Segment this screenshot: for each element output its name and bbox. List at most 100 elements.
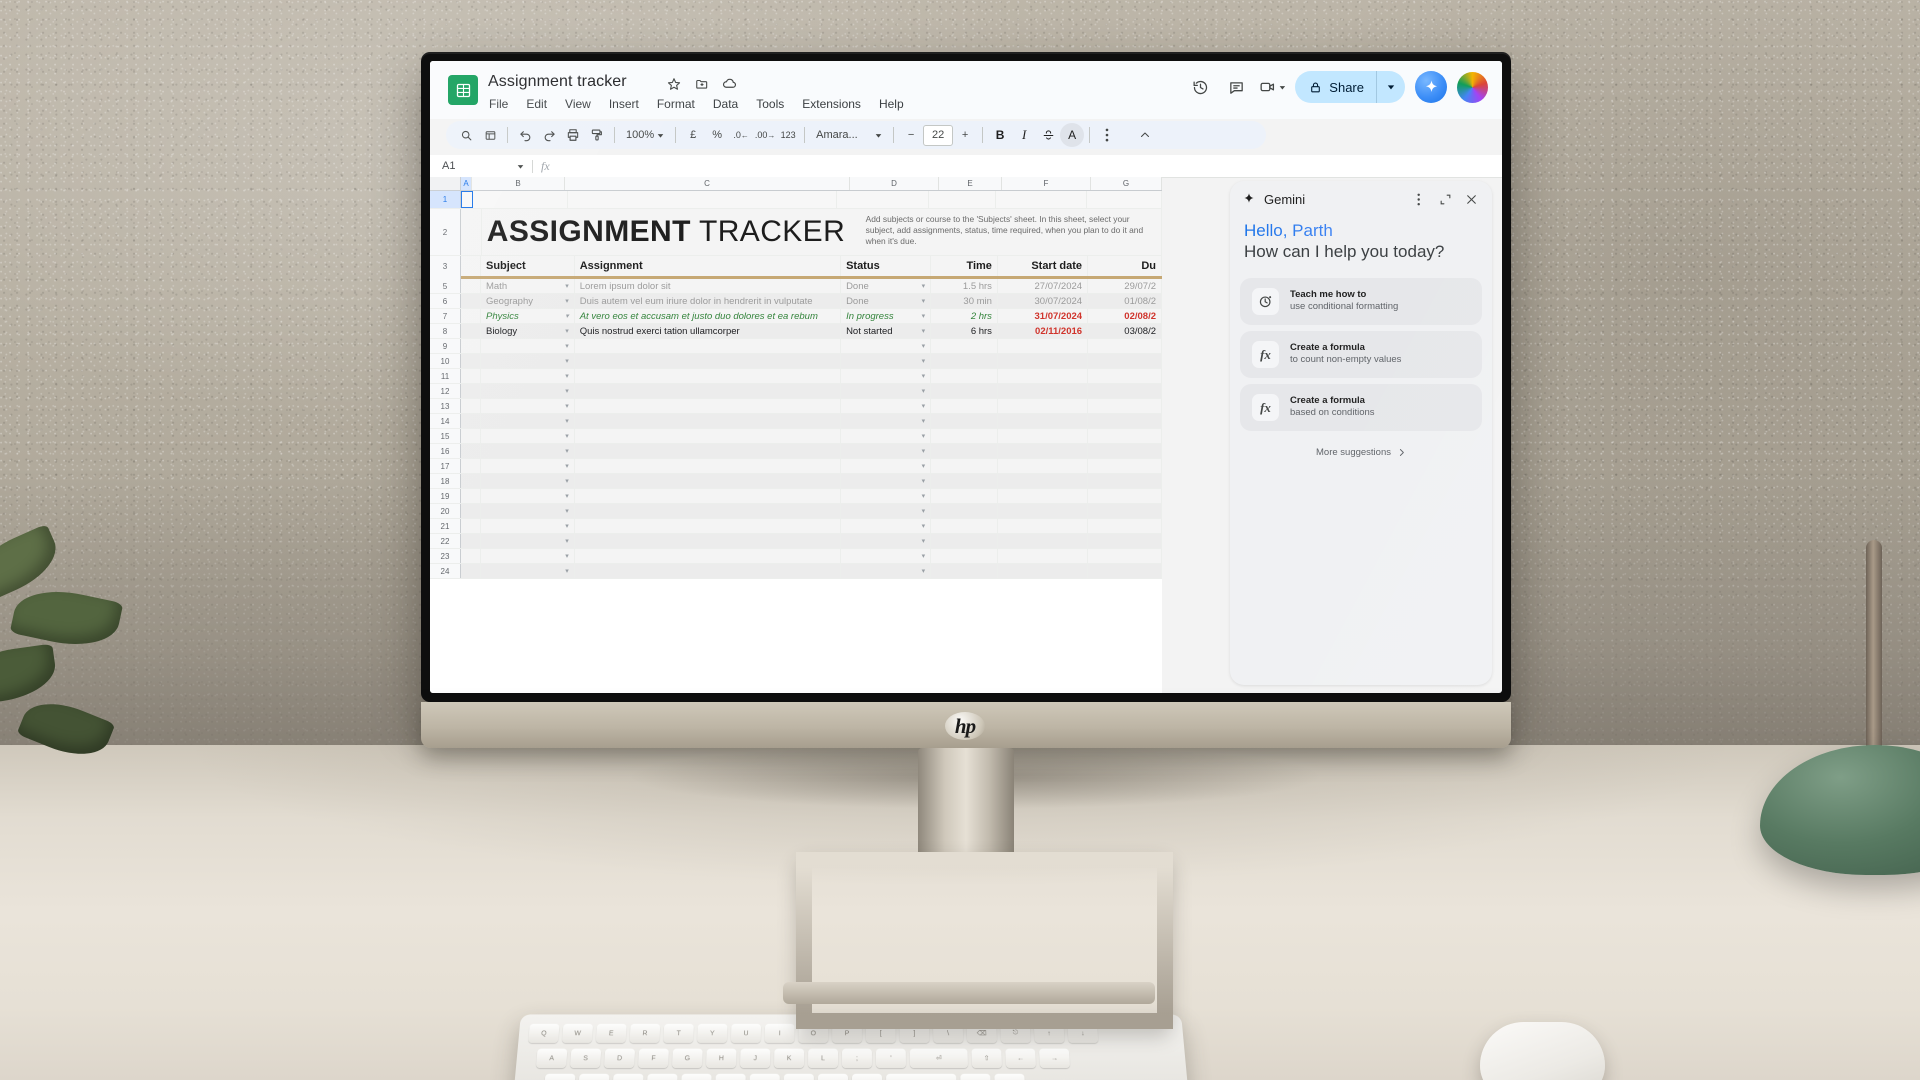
cell-G1[interactable] [1087, 191, 1162, 208]
row-header-7[interactable]: 7 [430, 309, 461, 323]
dropdown-caret-icon[interactable]: ▾ [918, 492, 926, 500]
row-header-10[interactable]: 10 [430, 354, 461, 368]
cell-C1[interactable] [567, 191, 838, 208]
row-header-11[interactable]: 11 [430, 369, 461, 383]
cell-subject-10[interactable]: ▾ [480, 354, 575, 368]
menu-help[interactable]: Help [877, 96, 906, 112]
cell-A14[interactable] [461, 414, 481, 428]
cell-time-14[interactable] [931, 414, 998, 428]
cell-assignment-7[interactable]: At vero eos et accusam et justo duo dolo… [574, 309, 842, 323]
cell-assignment-10[interactable] [574, 354, 842, 368]
cell-assignment-5[interactable]: Lorem ipsum dolor sit [574, 279, 842, 293]
row-header-14[interactable]: 14 [430, 414, 461, 428]
expand-icon[interactable] [1434, 188, 1456, 210]
cell-due-date-5[interactable]: 29/07/2 [1088, 279, 1162, 293]
column-header-B[interactable]: B [472, 177, 565, 190]
suggestion-card[interactable]: fx Create a formula to count non-empty val… [1240, 331, 1482, 378]
cell-D2-description[interactable]: Add subjects or course to the 'Subjects'… [859, 209, 1162, 255]
increase-font-size-button[interactable]: + [953, 123, 977, 147]
google-sheets-logo[interactable] [448, 75, 478, 105]
row-header-24[interactable]: 24 [430, 564, 461, 578]
dropdown-caret-icon[interactable]: ▾ [918, 537, 926, 545]
cell-due-date-19[interactable] [1088, 489, 1162, 503]
cell-status-15[interactable]: ▾ [841, 429, 932, 443]
select-all-corner[interactable] [430, 177, 461, 190]
cell-due-date-22[interactable] [1088, 534, 1162, 548]
cell-A12[interactable] [461, 384, 481, 398]
cell-time-24[interactable] [931, 564, 998, 578]
cell-subject-18[interactable]: ▾ [480, 474, 575, 488]
cell-start-date-17[interactable] [997, 459, 1089, 473]
cell-A10[interactable] [461, 354, 481, 368]
cell-time-23[interactable] [931, 549, 998, 563]
cell-assignment-23[interactable] [574, 549, 842, 563]
cell-assignment-17[interactable] [574, 459, 842, 473]
dropdown-caret-icon[interactable]: ▾ [561, 387, 569, 395]
cell-subject-8[interactable]: Biology ▾ [480, 324, 575, 338]
cell-start-date-15[interactable] [997, 429, 1089, 443]
cell-assignment-9[interactable] [574, 339, 842, 353]
menus-icon[interactable] [478, 123, 502, 147]
decrease-font-size-button[interactable]: − [899, 123, 923, 147]
increase-decimal-button[interactable]: .00 → [753, 123, 777, 147]
cell-assignment-22[interactable] [574, 534, 842, 548]
video-camera-icon[interactable] [1259, 74, 1285, 100]
formula-input[interactable] [550, 155, 1502, 177]
cell-due-date-18[interactable] [1088, 474, 1162, 488]
dropdown-caret-icon[interactable]: ▾ [561, 567, 569, 575]
cell-D1[interactable] [837, 191, 929, 208]
dropdown-caret-icon[interactable]: ▾ [561, 537, 569, 545]
cell-A6[interactable] [461, 294, 481, 308]
cell-status-17[interactable]: ▾ [841, 459, 932, 473]
user-avatar[interactable] [1457, 71, 1488, 103]
cell-A7[interactable] [461, 309, 481, 323]
cell-due-date-8[interactable]: 03/08/2 [1088, 324, 1162, 338]
cell-due-date-15[interactable] [1088, 429, 1162, 443]
column-header-A[interactable]: A [461, 177, 472, 190]
cell-assignment-19[interactable] [574, 489, 842, 503]
row-header-2[interactable]: 2 [430, 209, 461, 255]
zoom-selector[interactable]: 100% [620, 123, 670, 147]
dropdown-caret-icon[interactable]: ▾ [561, 372, 569, 380]
cell-F1[interactable] [996, 191, 1088, 208]
cell-A11[interactable] [461, 369, 481, 383]
cell-subject-16[interactable]: ▾ [480, 444, 575, 458]
dropdown-caret-icon[interactable]: ▾ [918, 357, 926, 365]
suggestion-card[interactable]: Teach me how to use conditional formattin… [1240, 278, 1482, 325]
dropdown-caret-icon[interactable]: ▾ [561, 312, 569, 320]
cell-due-date-16[interactable] [1088, 444, 1162, 458]
dropdown-caret-icon[interactable]: ▾ [918, 522, 926, 530]
cell-A16[interactable] [461, 444, 481, 458]
row-header-21[interactable]: 21 [430, 519, 461, 533]
dropdown-caret-icon[interactable]: ▾ [918, 372, 926, 380]
row-header-13[interactable]: 13 [430, 399, 461, 413]
dropdown-caret-icon[interactable]: ▾ [918, 327, 926, 335]
cell-start-date-23[interactable] [997, 549, 1089, 563]
font-family-selector[interactable]: Amara... [810, 123, 888, 147]
share-button[interactable]: Share [1295, 71, 1376, 103]
collapse-toolbar-icon[interactable] [1133, 123, 1157, 147]
cell-time-11[interactable] [931, 369, 998, 383]
strikethrough-button[interactable] [1036, 123, 1060, 147]
cell-time-17[interactable] [931, 459, 998, 473]
cell-A18[interactable] [461, 474, 481, 488]
cell-A21[interactable] [461, 519, 481, 533]
italic-button[interactable]: I [1012, 123, 1036, 147]
dropdown-caret-icon[interactable]: ▾ [561, 327, 569, 335]
decrease-decimal-button[interactable]: .0 ← [729, 123, 753, 147]
cell-subject-21[interactable]: ▾ [480, 519, 575, 533]
dropdown-caret-icon[interactable]: ▾ [561, 552, 569, 560]
row-header-18[interactable]: 18 [430, 474, 461, 488]
cell-status-13[interactable]: ▾ [841, 399, 932, 413]
cell-A13[interactable] [461, 399, 481, 413]
cell-A9[interactable] [461, 339, 481, 353]
dropdown-caret-icon[interactable]: ▾ [918, 402, 926, 410]
undo-icon[interactable] [513, 123, 537, 147]
dropdown-caret-icon[interactable]: ▾ [918, 297, 926, 305]
cell-B1[interactable] [473, 191, 568, 208]
cell-time-20[interactable] [931, 504, 998, 518]
dropdown-caret-icon[interactable]: ▾ [918, 462, 926, 470]
row-header-19[interactable]: 19 [430, 489, 461, 503]
header-assignment[interactable]: Assignment [574, 256, 842, 276]
cell-assignment-24[interactable] [574, 564, 842, 578]
